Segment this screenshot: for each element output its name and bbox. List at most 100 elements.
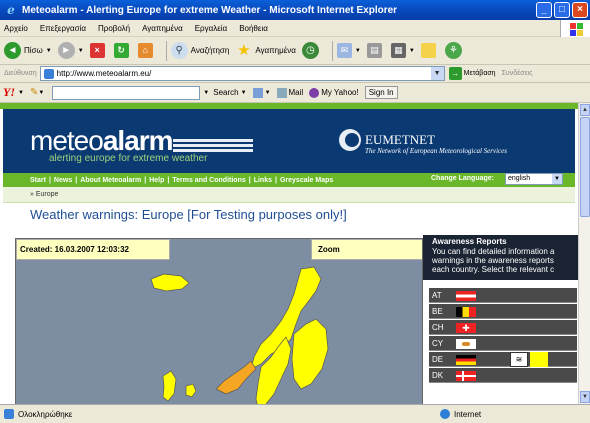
messenger-icon: ⚘	[444, 42, 462, 59]
refresh-button[interactable]: ↻	[113, 43, 132, 58]
sign-in-button[interactable]: Sign In	[364, 86, 398, 99]
search-icon: ⚲	[170, 42, 188, 59]
mail-icon: ✉	[336, 43, 352, 58]
menu-help[interactable]: Βοήθεια	[239, 24, 268, 33]
austria-flag-icon	[456, 291, 476, 301]
country-row-dk[interactable]: DK	[429, 368, 577, 383]
country-row-at[interactable]: AT	[429, 288, 577, 303]
page-icon	[43, 68, 54, 79]
yahoo-search-input[interactable]	[52, 85, 201, 100]
go-button[interactable]: → Μετάβαση	[448, 67, 496, 80]
awareness-description: You can find detailed information a warn…	[432, 247, 555, 274]
printer-icon: ▤	[366, 43, 382, 58]
scroll-thumb[interactable]	[580, 117, 590, 217]
mail-link[interactable]: Mail	[276, 87, 303, 98]
internet-zone-icon	[440, 409, 450, 419]
favorites-button[interactable]: ★ Αγαπημένα	[235, 42, 296, 59]
pencil-icon[interactable]: ✎	[30, 87, 38, 98]
menu-view[interactable]: Προβολή	[98, 24, 130, 33]
change-language-label: Change Language:	[431, 175, 495, 182]
search-button[interactable]: ⚲ Αναζήτηση	[170, 42, 229, 59]
status-text: Ολοκληρώθηκε	[18, 409, 73, 419]
messenger-button[interactable]: ⚘	[444, 42, 465, 59]
home-button[interactable]: ⌂	[137, 43, 156, 58]
print-button[interactable]: ▤	[366, 43, 385, 58]
nav-start[interactable]: Start	[30, 177, 46, 184]
edit-button[interactable]: ▦ ▼	[390, 43, 415, 58]
nav-terms[interactable]: Terms and Conditions	[172, 177, 245, 184]
back-arrow-icon: ◄	[4, 42, 21, 59]
discuss-button[interactable]	[420, 43, 439, 58]
menu-file[interactable]: Αρχείο	[4, 24, 28, 33]
page-options-button[interactable]: ▼	[252, 87, 271, 98]
stop-icon: ×	[89, 43, 105, 58]
window-title: Meteoalarm - Alerting Europe for extreme…	[22, 4, 398, 16]
nav-links[interactable]: Links	[254, 177, 272, 184]
site-banner: meteoalarm alerting europe for extreme w…	[3, 109, 575, 173]
eumetnet-logo[interactable]: EUMETNET The Network of European Meteoro…	[339, 129, 507, 155]
menu-tools[interactable]: Εργαλεία	[195, 24, 227, 33]
cyprus-flag-icon	[456, 339, 476, 349]
links-button[interactable]: Συνδέσεις	[502, 70, 533, 77]
germany-flag-icon	[456, 355, 476, 365]
zoom-label[interactable]: Zoom	[311, 239, 422, 260]
history-button[interactable]: ◷	[301, 42, 322, 59]
title-bar: e Meteoalarm - Alerting Europe for extre…	[0, 0, 590, 20]
my-yahoo-link[interactable]: My Yahoo!	[309, 87, 359, 98]
address-bar: Διεύθυνση http://www.meteoalarm.eu/ ▼ → …	[0, 65, 590, 83]
country-row-de[interactable]: DE ≋	[429, 352, 577, 367]
zone-text: Internet	[454, 409, 482, 419]
maximize-button[interactable]: □	[554, 2, 570, 18]
status-bar: Ολοκληρώθηκε Internet	[0, 404, 590, 423]
nav-help[interactable]: Help	[149, 177, 164, 184]
yahoo-logo[interactable]: Y!	[3, 85, 15, 100]
yahoo-search-button[interactable]: Search ▼	[213, 88, 246, 97]
breadcrumb[interactable]: » Europe	[3, 187, 575, 203]
scroll-up-button[interactable]: ▲	[580, 104, 590, 116]
scroll-down-button[interactable]: ▼	[580, 391, 590, 403]
my-yahoo-icon	[309, 87, 320, 98]
chevron-down-icon: ▼	[552, 174, 562, 184]
country-row-cy[interactable]: CY	[429, 336, 577, 351]
map-uk	[162, 370, 177, 402]
back-button[interactable]: ◄ Πίσω ▼	[4, 42, 52, 59]
stop-button[interactable]: ×	[89, 43, 108, 58]
page-options-icon	[252, 87, 263, 98]
wind-warning-icon: ≋	[510, 352, 528, 367]
envelope-icon	[276, 87, 287, 98]
minimize-button[interactable]: _	[536, 2, 552, 18]
map-finland	[291, 318, 329, 390]
page-icon	[4, 409, 14, 419]
country-row-ch[interactable]: CH ✚	[429, 320, 577, 335]
mail-button[interactable]: ✉ ▼	[336, 43, 361, 58]
awareness-reports-panel: Awareness Reports You can find detailed …	[423, 235, 578, 404]
language-select[interactable]: english ▼	[505, 173, 563, 185]
vertical-scrollbar[interactable]: ▲ ▼	[578, 103, 590, 404]
star-icon: ★	[237, 42, 251, 59]
go-arrow-icon: →	[448, 67, 462, 80]
standard-toolbar: ◄ Πίσω ▼ ► ▼ × ↻ ⌂ ⚲ Αναζήτηση ★ Αγαπημέ…	[0, 37, 590, 65]
warning-level-yellow	[530, 352, 548, 367]
yahoo-dropdown[interactable]: ▼	[18, 90, 24, 96]
country-row-be[interactable]: BE	[429, 304, 577, 319]
ie-logo-icon: e	[7, 3, 15, 17]
edit-icon: ▦	[390, 43, 406, 58]
nav-about[interactable]: About Meteoalarm	[80, 177, 141, 184]
address-label: Διεύθυνση	[4, 70, 37, 77]
map-iceland	[150, 273, 190, 292]
nav-greyscale[interactable]: Greyscale Maps	[280, 177, 333, 184]
forward-button[interactable]: ► ▼	[57, 42, 84, 59]
yahoo-toolbar: Y! ▼ ✎ ▼ ▼ Search ▼ ▼ Mail My Yahoo! Sign…	[0, 83, 590, 103]
history-icon: ◷	[301, 42, 319, 59]
menu-edit[interactable]: Επεξεργασία	[40, 24, 86, 33]
close-button[interactable]: ×	[572, 2, 588, 18]
refresh-icon: ↻	[113, 43, 129, 58]
map-norway-orange	[215, 360, 257, 395]
address-input[interactable]: http://www.meteoalarm.eu/ ▼	[39, 66, 445, 81]
created-timestamp: Created: 16.03.2007 12:03:32	[16, 239, 170, 260]
page-viewport: meteoalarm alerting europe for extreme w…	[0, 103, 578, 404]
europe-warning-map[interactable]: Created: 16.03.2007 12:03:32 Zoom	[15, 238, 423, 404]
address-dropdown[interactable]: ▼	[430, 67, 444, 80]
nav-news[interactable]: News	[54, 177, 72, 184]
menu-favorites[interactable]: Αγαπημένα	[142, 24, 183, 33]
